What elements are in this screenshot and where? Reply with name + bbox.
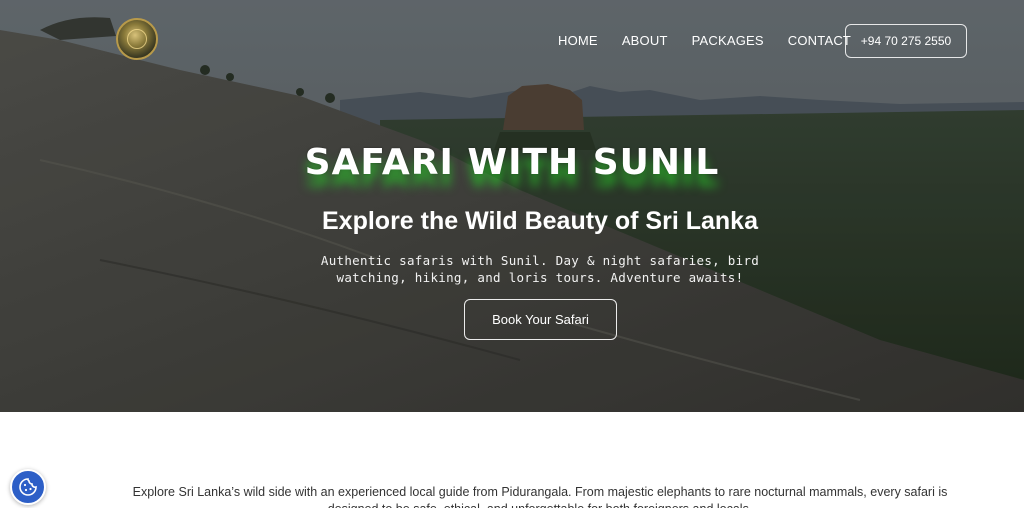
hero-subtitle: Explore the Wild Beauty of Sri Lanka — [322, 207, 758, 235]
phone-button[interactable]: +94 70 275 2550 — [845, 24, 967, 58]
nav-item-packages[interactable]: PACKAGES — [692, 33, 764, 48]
intro-text: Explore Sri Lanka’s wild side with an ex… — [132, 485, 948, 508]
main-nav: HOME ABOUT PACKAGES CONTACT — [558, 33, 851, 48]
hero-overlay — [0, 0, 1024, 412]
cookie-settings-button[interactable] — [10, 469, 46, 505]
cookie-icon — [19, 478, 37, 496]
safari-logo-icon[interactable] — [116, 18, 158, 60]
hero-title: SAFARI WITH SUNIL — [304, 142, 720, 183]
nav-item-contact[interactable]: CONTACT — [788, 33, 851, 48]
hero-description: Authentic safaris with Sunil. Day & nigh… — [320, 253, 760, 285]
book-safari-button[interactable]: Book Your Safari — [464, 299, 617, 340]
hero-section: HOME ABOUT PACKAGES CONTACT +94 70 275 2… — [0, 0, 1024, 412]
nav-item-home[interactable]: HOME — [558, 33, 598, 48]
nav-item-about[interactable]: ABOUT — [622, 33, 668, 48]
